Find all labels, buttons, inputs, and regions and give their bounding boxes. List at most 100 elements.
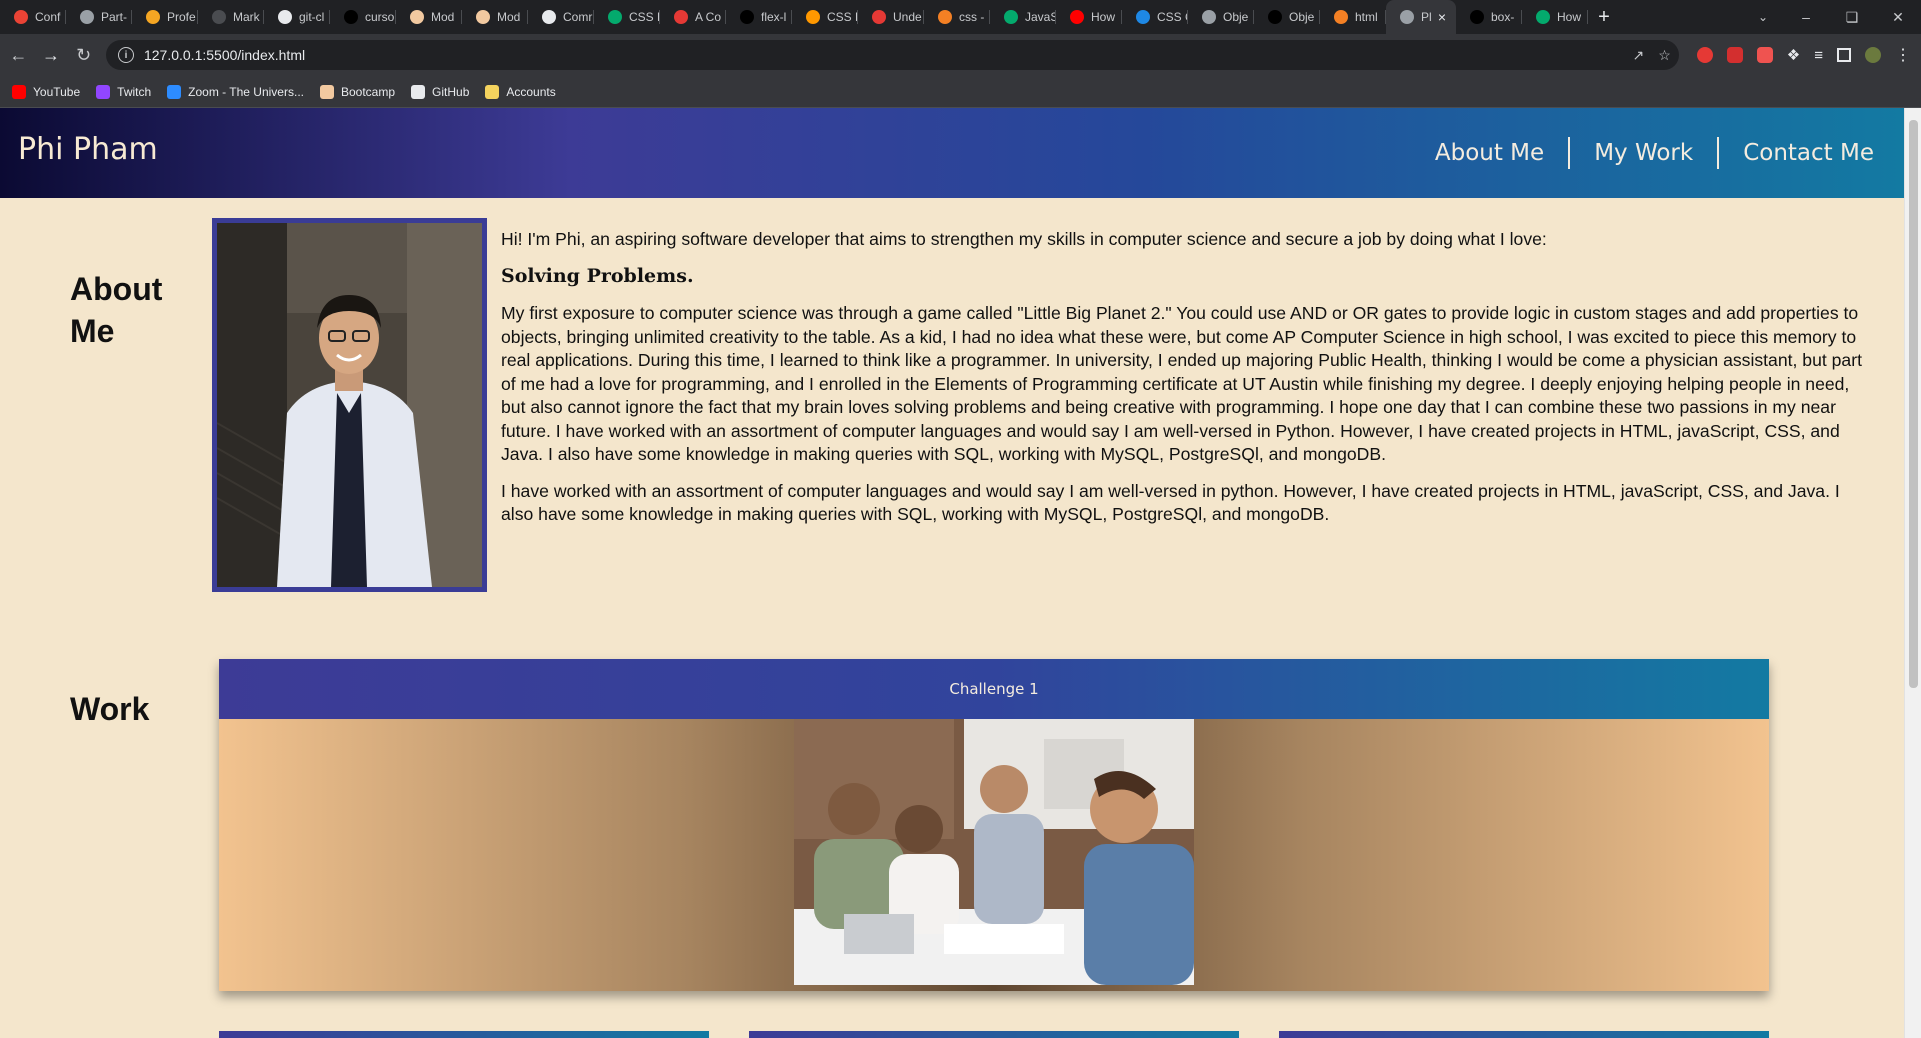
browser-tab[interactable]: How (1522, 0, 1588, 34)
browser-tab-label: box- (1491, 10, 1515, 24)
browser-tab[interactable]: JavaS (990, 0, 1056, 34)
new-tab-icon[interactable]: + (1588, 0, 1620, 34)
w3-icon (608, 10, 622, 24)
browser-tab[interactable]: Pl × (1386, 0, 1456, 34)
window-controls: ⌄ – ❏ ✕ (1743, 0, 1921, 34)
browser-tab-label: html (1355, 10, 1378, 24)
forward-arrow-icon[interactable]: → (37, 39, 66, 71)
site-info-icon[interactable]: i (117, 47, 134, 63)
star-icon (872, 10, 886, 24)
browser-tab[interactable]: How (1056, 0, 1122, 34)
browser-tab[interactable]: box- (1456, 0, 1522, 34)
browser-tab[interactable]: Obje (1188, 0, 1254, 34)
globe-icon (1400, 10, 1414, 24)
work-heading: Work (70, 691, 150, 727)
browser-tab[interactable]: Profe (132, 0, 198, 34)
browser-tab-label: A Co (695, 10, 722, 24)
browser-tab[interactable]: curso (330, 0, 396, 34)
bookmark-item[interactable]: GitHub (411, 84, 469, 99)
browser-tab[interactable]: html (1320, 0, 1386, 34)
bookmark-star-icon[interactable]: ☆ (1658, 47, 1671, 64)
browser-tab[interactable]: Unde (858, 0, 924, 34)
bookmark-label: YouTube (33, 84, 81, 99)
team-meeting-photo[interactable] (794, 719, 1194, 985)
browser-tab[interactable]: CSS F (792, 0, 858, 34)
puzzle-extensions-icon[interactable]: ❖ (1787, 46, 1800, 64)
twitch-icon (96, 84, 111, 99)
browser-tab-label: Conf (35, 10, 61, 24)
page-viewport: Phi Pham About Me My Work Contact Me Abo… (0, 108, 1904, 1038)
about-subheading: Solving Problems. (501, 264, 694, 287)
browser-tab-label: How (1091, 10, 1116, 24)
browser-toolbar: ← → ↻ i 127.0.0.1:5500/index.html ↗ ☆ ❖ … (0, 34, 1921, 76)
profile-avatar[interactable] (1865, 47, 1881, 63)
browser-tab-label: Obje (1223, 10, 1249, 24)
browser-tab-label: flex-l (761, 10, 787, 24)
side-panel-icon[interactable] (1837, 48, 1851, 62)
browser-tab[interactable]: CSS F (594, 0, 660, 34)
ps-icon (146, 10, 160, 24)
featured-work-card[interactable]: Challenge 1 (219, 659, 1769, 991)
work-card-4-top[interactable] (1279, 1031, 1769, 1038)
extension-camera-icon[interactable] (1756, 47, 1773, 63)
nav-about-me[interactable]: About Me (1411, 137, 1571, 169)
github-icon (278, 10, 292, 24)
browser-tab[interactable]: Part- (66, 0, 132, 34)
bookmark-item[interactable]: Accounts (485, 84, 556, 99)
extension-youtube-icon[interactable] (1726, 47, 1743, 63)
portrait-illustration (217, 223, 482, 587)
bookmark-item[interactable]: Twitch (96, 84, 151, 99)
browser-tab[interactable]: Mark (198, 0, 264, 34)
browser-tab[interactable]: Obje (1254, 0, 1320, 34)
page-scrollbar[interactable] (1904, 108, 1921, 1038)
browser-tab-label: Part- (101, 10, 128, 24)
work-card-2-top[interactable] (219, 1031, 709, 1038)
nav-contact-me[interactable]: Contact Me (1719, 137, 1874, 169)
browser-tab[interactable]: Mod (462, 0, 528, 34)
reading-list-icon[interactable]: ≡ (1814, 47, 1823, 64)
browser-tab[interactable]: CSS C (1122, 0, 1188, 34)
about-paragraph-1: My first exposure to computer science wa… (501, 303, 1862, 464)
bookmark-item[interactable]: Bootcamp (319, 84, 395, 99)
site-name[interactable]: Phi Pham (18, 132, 158, 167)
bootcamp-icon (410, 10, 424, 24)
browser-tab[interactable]: git-cl (264, 0, 330, 34)
reload-icon[interactable]: ↻ (69, 39, 98, 71)
browser-tab-label: Pl (1421, 10, 1432, 24)
tab-search-icon[interactable]: ⌄ (1743, 0, 1783, 34)
extension-red-icon[interactable] (1696, 47, 1713, 63)
chrome-menu-icon[interactable]: ⋮ (1895, 45, 1911, 65)
close-tab-icon[interactable]: × (1434, 9, 1450, 25)
bookmark-item[interactable]: YouTube (12, 84, 81, 99)
bookmark-item[interactable]: Zoom - The Univers... (167, 84, 304, 99)
youtube-icon (12, 84, 26, 99)
about-text: Hi! I'm Phi, an aspiring software develo… (501, 228, 1866, 540)
work-card-title[interactable]: Challenge 1 (219, 659, 1769, 719)
browser-tab[interactable]: Comr (528, 0, 594, 34)
browser-tab-label: Mod (497, 10, 521, 24)
browser-tab[interactable]: Mod (396, 0, 462, 34)
browser-tab-label: Unde (893, 10, 922, 24)
browser-tab-label: CSS F (629, 10, 660, 24)
browser-tab[interactable]: css - (924, 0, 990, 34)
browser-tab[interactable]: flex-l (726, 0, 792, 34)
address-bar[interactable]: i 127.0.0.1:5500/index.html ↗ ☆ (105, 40, 1679, 70)
minimize-icon[interactable]: – (1783, 0, 1829, 34)
about-paragraph-2: I have worked with an assortment of comp… (501, 480, 1840, 525)
so-icon (938, 10, 952, 24)
share-icon[interactable]: ↗ (1632, 47, 1644, 64)
browser-tab-label: CSS C (1157, 10, 1188, 24)
folder-icon (485, 84, 500, 99)
restore-icon[interactable]: ❏ (1829, 0, 1875, 34)
browser-tab[interactable]: Conf (0, 0, 66, 34)
work-card-3-top[interactable] (749, 1031, 1239, 1038)
browser-tab-label: git-cl (299, 10, 325, 24)
bookmark-label: Zoom - The Univers... (188, 84, 304, 99)
bootcamp-icon (476, 10, 490, 24)
back-arrow-icon[interactable]: ← (4, 39, 33, 71)
browser-tab[interactable]: A Co (660, 0, 726, 34)
nav-my-work[interactable]: My Work (1570, 137, 1720, 169)
close-window-icon[interactable]: ✕ (1875, 0, 1921, 34)
youtube-icon (1070, 10, 1084, 24)
scrollbar-thumb[interactable] (1909, 120, 1918, 688)
